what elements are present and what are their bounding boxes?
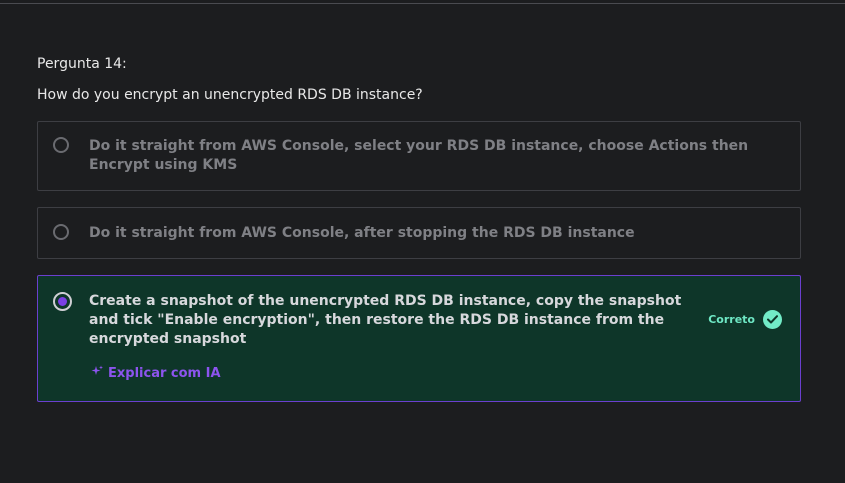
radio-button[interactable] <box>53 224 69 240</box>
answer-text: Do it straight from AWS Console, after s… <box>89 225 635 241</box>
sparkle-icon <box>91 365 105 383</box>
answer-option[interactable]: Do it straight from AWS Console, after s… <box>37 207 801 259</box>
answer-text: Do it straight from AWS Console, select … <box>89 138 749 173</box>
answer-options: Do it straight from AWS Console, select … <box>37 121 801 402</box>
explain-ai-button[interactable]: Explicar com IA <box>91 365 221 383</box>
explain-ai-label: Explicar com IA <box>108 366 221 381</box>
radio-button-selected[interactable] <box>53 292 72 311</box>
radio-dot <box>58 297 67 306</box>
top-divider <box>0 0 845 4</box>
radio-button[interactable] <box>53 137 69 153</box>
answer-option[interactable]: Do it straight from AWS Console, select … <box>37 121 801 191</box>
correct-indicator: Correto <box>708 310 782 329</box>
question-text: How do you encrypt an unencrypted RDS DB… <box>37 87 423 103</box>
answer-option-selected[interactable]: Create a snapshot of the unencrypted RDS… <box>37 275 801 402</box>
question-number: Pergunta 14: <box>37 56 127 72</box>
check-circle-icon <box>763 310 782 329</box>
question-panel: Pergunta 14: How do you encrypt an unenc… <box>37 54 801 402</box>
answer-text: Create a snapshot of the unencrypted RDS… <box>89 293 682 347</box>
correct-label: Correto <box>708 313 755 326</box>
